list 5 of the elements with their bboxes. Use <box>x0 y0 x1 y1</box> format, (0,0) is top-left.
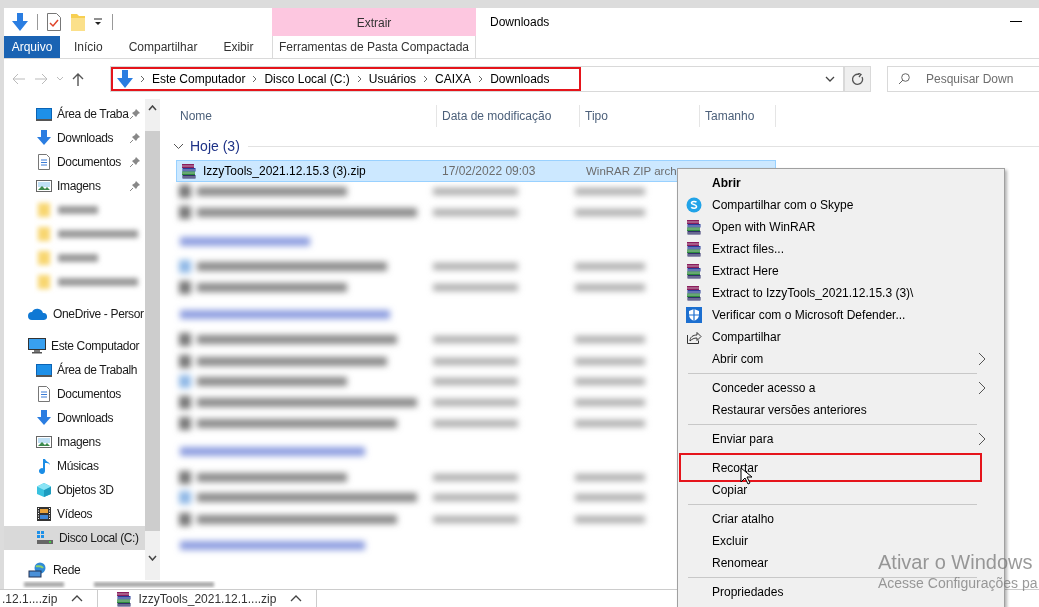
file-name: IzzyTools_2021.12.15.3 (3).zip <box>203 164 366 178</box>
file-date: 17/02/2022 09:03 <box>441 164 537 178</box>
file-type: WinRAR ZIP arch <box>585 165 677 177</box>
window-title: Downloads <box>489 15 551 29</box>
contextual-tab-title: Extrair <box>356 16 392 30</box>
